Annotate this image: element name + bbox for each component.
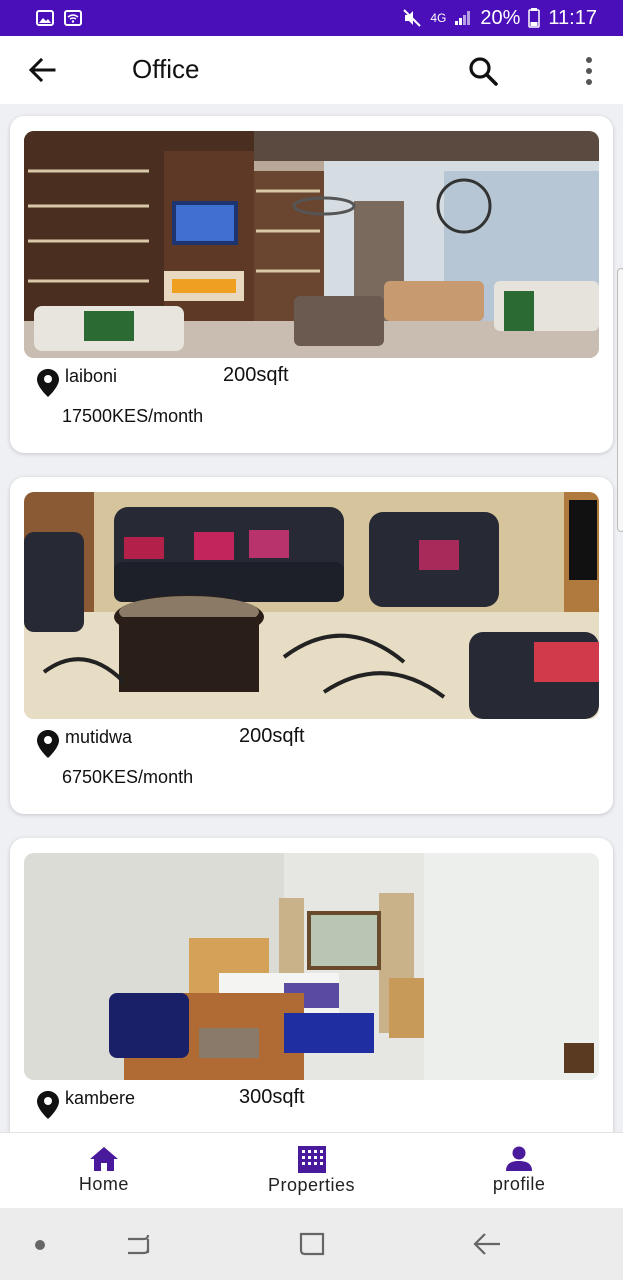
battery-icon [528, 8, 541, 28]
nav-item-properties[interactable]: Properties [208, 1133, 416, 1208]
mute-icon [403, 9, 422, 27]
system-nav-bar [0, 1208, 623, 1280]
scrollbar-thumb[interactable] [617, 268, 623, 532]
listing-list[interactable]: laiboni 200sqft 17500KES/month mutidwa 2… [0, 104, 623, 1132]
status-left [36, 10, 82, 26]
dot-icon[interactable] [34, 1239, 46, 1251]
nav-item-profile[interactable]: profile [415, 1133, 623, 1208]
listing-card[interactable]: mutidwa 200sqft 6750KES/month [10, 477, 613, 814]
search-icon [469, 57, 498, 86]
recent-apps-icon[interactable] [124, 1230, 152, 1258]
nav-label: Home [78, 1174, 129, 1194]
lounge-photo [24, 492, 599, 719]
more-vert-icon-dot [586, 79, 592, 85]
home-square-icon[interactable] [298, 1230, 326, 1258]
network-type: 4G [430, 11, 447, 25]
person-icon [506, 1146, 533, 1171]
back-arrow-icon [28, 57, 56, 83]
listing-card[interactable]: laiboni 200sqft 17500KES/month [10, 116, 613, 453]
listing-size: 200sqft [223, 364, 289, 386]
nav-label: profile [492, 1174, 546, 1194]
listing-location: mutidwa [65, 727, 133, 747]
image-icon [36, 10, 54, 26]
search-button[interactable] [466, 54, 500, 88]
bedroom-photo [24, 853, 599, 1080]
nav-label: Properties [267, 1175, 356, 1195]
app-bar: Office [0, 36, 623, 104]
wifi-icon [64, 10, 82, 26]
listing-price: 6750KES/month [62, 767, 194, 787]
living-room-photo [24, 131, 599, 358]
more-vert-icon-dot [586, 68, 592, 74]
listing-price: 17500KES/month [62, 406, 204, 426]
location-pin-icon [37, 369, 59, 397]
battery-percent: 20% [480, 6, 521, 29]
signal-icon [455, 11, 471, 25]
home-icon [89, 1147, 118, 1171]
location-pin-icon [37, 1091, 59, 1119]
listing-location: kambere [65, 1088, 136, 1108]
back-nav-icon[interactable] [472, 1230, 502, 1258]
nav-item-home[interactable]: Home [0, 1133, 208, 1208]
building-icon [297, 1146, 326, 1173]
bottom-nav: Home Properties profile [0, 1132, 623, 1208]
back-button[interactable] [24, 54, 60, 86]
clock: 11:17 [548, 6, 597, 29]
listing-card[interactable]: kambere 300sqft [10, 838, 613, 1132]
more-vert-icon-dot [586, 57, 592, 63]
listing-size: 200sqft [239, 725, 305, 747]
location-pin-icon [37, 730, 59, 758]
status-right: 4G 20% 11:17 [402, 7, 597, 30]
listing-size: 300sqft [239, 1086, 305, 1108]
page-title: Office [132, 54, 200, 84]
more-options-button[interactable] [578, 54, 600, 88]
status-bar: 4G 20% 11:17 [0, 0, 623, 36]
listing-location: laiboni [65, 366, 118, 386]
